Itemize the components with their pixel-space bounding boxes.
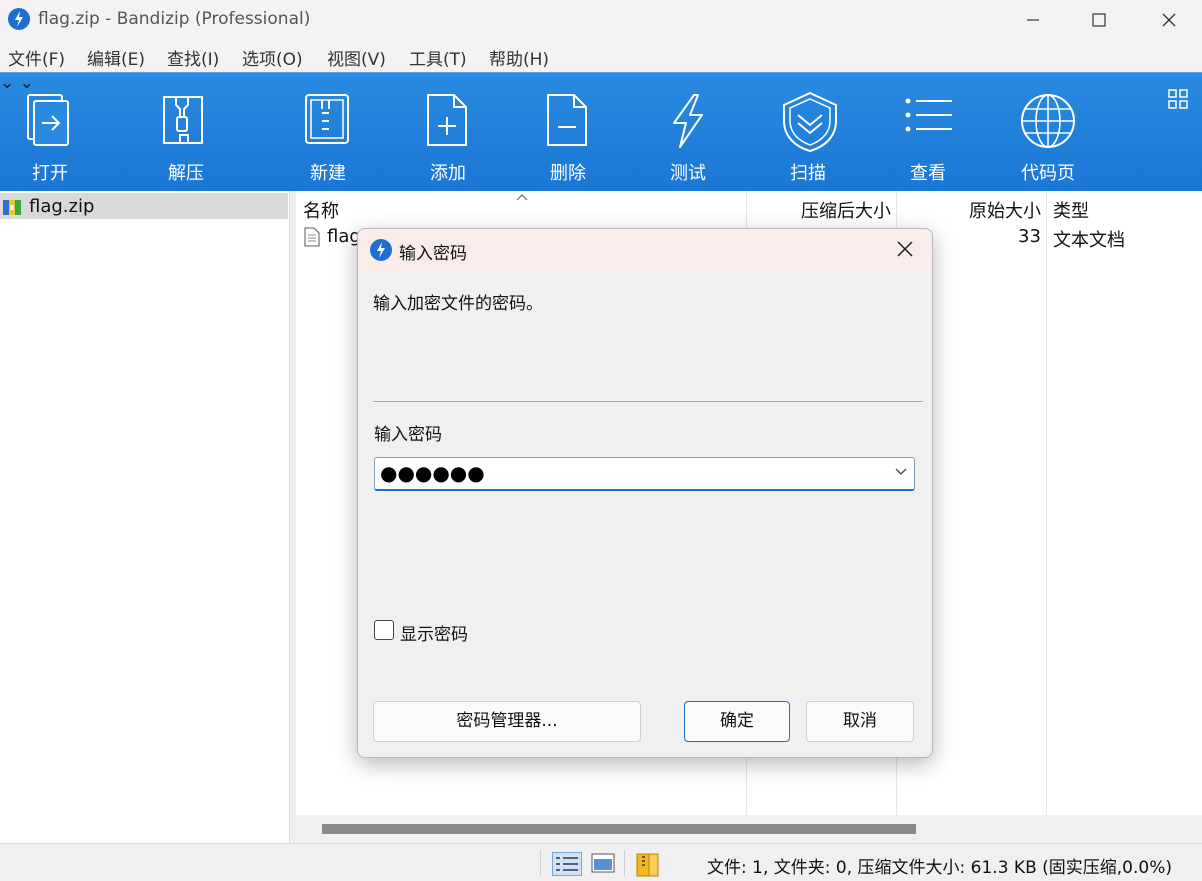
row-type: 文本文档	[1053, 230, 1125, 251]
scrollbar-thumb[interactable]	[322, 824, 916, 834]
folder-tree: flag.zip	[0, 191, 290, 843]
maximize-button[interactable]	[1066, 0, 1132, 40]
status-bar: 文件: 1, 文件夹: 0, 压缩文件大小: 61.3 KB (固实压缩,0.0…	[0, 843, 1202, 881]
zip-archive-icon	[3, 200, 21, 215]
maximize-icon	[1092, 13, 1106, 27]
details-view-icon[interactable]	[552, 852, 582, 876]
menu-edit[interactable]: 编辑(E)	[87, 45, 145, 70]
title-bar: flag.zip - Bandizip (Professional)	[0, 0, 1202, 40]
password-field-label: 输入密码	[374, 425, 442, 445]
column-header-original-size[interactable]: 原始大小	[969, 197, 1041, 223]
dialog-close-icon[interactable]	[896, 240, 914, 258]
close-icon	[1162, 13, 1176, 27]
extract-icon	[163, 96, 203, 144]
password-manager-button[interactable]: 密码管理器...	[373, 701, 641, 742]
password-input[interactable]: ●●●●●●	[374, 457, 915, 491]
status-text: 文件: 1, 文件夹: 0, 压缩文件大小: 61.3 KB (固实压缩,0.0…	[707, 858, 1172, 878]
bandizip-logo-icon	[8, 8, 30, 30]
ok-button[interactable]: 确定	[684, 701, 790, 742]
add-label: 添加	[430, 163, 466, 184]
dialog-divider	[373, 401, 923, 402]
preview-pane-icon[interactable]	[591, 852, 615, 874]
menu-file[interactable]: 文件(F)	[8, 45, 65, 70]
window-title: flag.zip - Bandizip (Professional)	[38, 9, 311, 29]
column-header-packed-size[interactable]: 压缩后大小	[801, 197, 891, 223]
menu-bar: 文件(F) 编辑(E) 查找(I) 选项(O) 视图(V) 工具(T) 帮助(H…	[0, 40, 1202, 72]
chevron-down-icon[interactable]	[895, 468, 907, 476]
extract-label: 解压	[168, 163, 204, 184]
lightning-icon	[673, 94, 703, 148]
text-file-icon	[304, 227, 320, 247]
codepage-label: 代码页	[1021, 163, 1075, 184]
menu-tools[interactable]: 工具(T)	[409, 45, 467, 70]
globe-icon	[1021, 94, 1075, 148]
test-button[interactable]: 测试	[638, 73, 738, 192]
archive-info-icon[interactable]	[635, 852, 661, 878]
codepage-button[interactable]: 代码页	[998, 73, 1098, 192]
horizontal-scrollbar[interactable]	[296, 815, 1202, 843]
status-separator	[624, 850, 625, 876]
row-original-size: 33	[1018, 226, 1041, 247]
password-dialog: 输入密码 输入加密文件的密码。 输入密码 ●●●●●● 显示密码 密码管理器..…	[357, 228, 933, 758]
toolbar: 打开 ⌄ 解压 ⌄ 新建 添加 删除 测试 扫描 查看 代码页	[0, 72, 1202, 191]
dialog-title-bar: 输入密码	[358, 229, 932, 273]
open-label: 打开	[32, 163, 68, 184]
menu-help[interactable]: 帮助(H)	[489, 45, 549, 70]
tree-item-label: flag.zip	[29, 196, 95, 217]
status-separator	[540, 850, 541, 876]
dialog-title: 输入密码	[399, 244, 467, 264]
column-divider	[1046, 191, 1047, 815]
close-button[interactable]	[1136, 0, 1202, 40]
add-button[interactable]: 添加	[398, 73, 498, 192]
password-value: ●●●●●●	[380, 461, 485, 485]
menu-find[interactable]: 查找(I)	[167, 45, 219, 70]
tree-item-archive[interactable]: flag.zip	[0, 193, 288, 219]
open-button[interactable]: 打开	[0, 73, 100, 192]
scan-button[interactable]: 扫描	[758, 73, 858, 192]
add-file-icon	[427, 94, 467, 146]
minimize-button[interactable]	[1000, 0, 1066, 40]
test-label: 测试	[670, 163, 706, 184]
show-password-label[interactable]: 显示密码	[400, 620, 468, 645]
shield-icon	[783, 91, 837, 153]
sort-ascending-icon	[516, 194, 528, 201]
delete-button[interactable]: 删除	[518, 73, 618, 192]
new-label: 新建	[310, 163, 346, 184]
menu-view[interactable]: 视图(V)	[327, 45, 386, 70]
list-view-icon	[905, 98, 952, 132]
minimize-icon	[1027, 19, 1039, 21]
bandizip-logo-icon	[370, 239, 392, 261]
column-header-name[interactable]: 名称	[303, 197, 339, 223]
menu-options[interactable]: 选项(O)	[242, 45, 303, 70]
delete-file-icon	[547, 94, 587, 146]
dialog-message: 输入加密文件的密码。	[373, 294, 543, 314]
delete-label: 删除	[550, 163, 586, 184]
extract-button[interactable]: 解压	[136, 73, 236, 192]
column-header-type[interactable]: 类型	[1053, 197, 1089, 223]
new-button[interactable]: 新建	[278, 73, 378, 192]
view-button[interactable]: 查看	[878, 73, 978, 192]
view-label: 查看	[910, 163, 946, 184]
row-name: flag	[327, 226, 361, 247]
new-archive-icon	[305, 94, 349, 144]
open-icon	[27, 94, 69, 146]
layout-grid-icon[interactable]	[1168, 89, 1188, 109]
scan-label: 扫描	[790, 163, 826, 184]
cancel-button[interactable]: 取消	[806, 701, 914, 742]
show-password-checkbox[interactable]	[374, 620, 394, 640]
